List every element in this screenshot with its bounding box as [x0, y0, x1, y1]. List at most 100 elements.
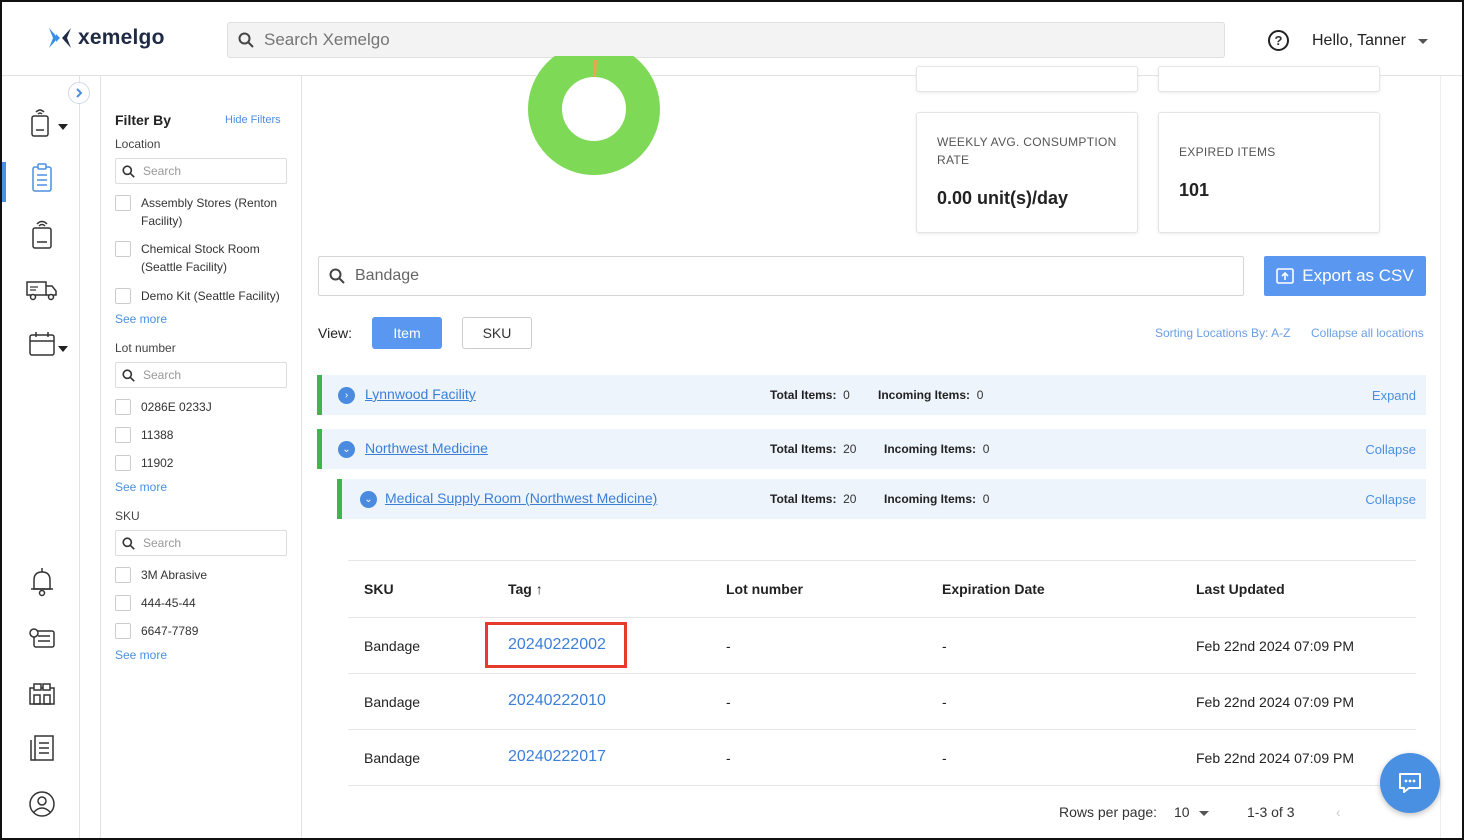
chevron-down-icon[interactable] [58, 124, 68, 130]
location-name-link[interactable]: Lynnwood Facility [365, 386, 476, 402]
help-circle-icon[interactable]: ? [1268, 30, 1289, 51]
checkbox[interactable] [115, 623, 131, 639]
item-search-input[interactable]: Bandage [318, 256, 1244, 296]
cell-expiration: - [942, 694, 947, 710]
chevron-right-icon[interactable]: › [338, 387, 355, 404]
checkbox[interactable] [115, 288, 131, 304]
location-name-link[interactable]: Medical Supply Room (Northwest Medicine) [385, 490, 657, 506]
rfid-reader-icon[interactable] [24, 104, 60, 140]
user-menu[interactable]: Hello, Tanner [1312, 32, 1406, 50]
column-header-lot[interactable]: Lot number [726, 581, 803, 597]
lot-option[interactable]: 11388 [115, 426, 295, 444]
global-search-input[interactable] [264, 30, 1164, 50]
previous-page-icon[interactable]: ‹ [1336, 804, 1341, 820]
location-see-more-link[interactable]: See more [115, 312, 167, 326]
rows-per-page-select[interactable]: 10 [1174, 804, 1210, 820]
calendar-icon[interactable] [24, 326, 60, 362]
logo-text: xemelgo [78, 26, 165, 49]
alarm-bell-icon[interactable] [24, 564, 60, 600]
column-header-sku[interactable]: SKU [364, 581, 394, 597]
user-circle-icon[interactable] [24, 786, 60, 822]
warehouse-icon[interactable] [24, 676, 60, 712]
column-header-tag[interactable]: Tag ↑ [508, 581, 543, 597]
sorting-locations-link[interactable]: Sorting Locations By: A-Z [1155, 326, 1290, 340]
checkbox[interactable] [115, 241, 131, 257]
app-window: xemelgo ? Hello, Tanner [0, 0, 1464, 840]
checkbox[interactable] [115, 595, 131, 611]
column-header-expiration[interactable]: Expiration Date [942, 581, 1045, 597]
table-row[interactable]: Bandage 20240222017 - - Feb 22nd 2024 07… [348, 730, 1416, 786]
settings-list-icon[interactable] [24, 620, 60, 656]
location-option[interactable]: Assembly Stores (Renton Facility) [115, 194, 295, 230]
table-header: SKU Tag ↑ Lot number Expiration Date Las… [348, 560, 1416, 618]
logo[interactable]: xemelgo [48, 26, 165, 50]
sku-see-more-link[interactable]: See more [115, 648, 167, 662]
cell-last-updated: Feb 22nd 2024 07:09 PM [1196, 750, 1355, 766]
expand-link[interactable]: Expand [1372, 388, 1416, 403]
chat-icon [1399, 773, 1421, 793]
checkbox[interactable] [115, 195, 131, 211]
view-label: View: [318, 325, 352, 341]
checkbox[interactable] [115, 567, 131, 583]
expired-items-value: 101 [1179, 180, 1210, 200]
metric-card-top-left [916, 66, 1138, 92]
chevron-down-icon[interactable] [1199, 810, 1210, 816]
tag-link[interactable]: 20240222010 [508, 692, 606, 710]
rows-per-page-label: Rows per page: [1059, 804, 1158, 820]
collapse-link[interactable]: Collapse [1365, 492, 1416, 507]
column-header-last-updated[interactable]: Last Updated [1196, 581, 1285, 597]
expand-sidebar-button[interactable] [68, 82, 90, 104]
table-row[interactable]: Bandage 20240222010 - - Feb 22nd 2024 07… [348, 674, 1416, 730]
chevron-down-icon[interactable] [1418, 39, 1428, 44]
cell-lot: - [726, 638, 731, 654]
global-search[interactable] [227, 22, 1225, 58]
collapse-all-locations-link[interactable]: Collapse all locations [1311, 326, 1424, 340]
main-content: WEEKLY AVG. CONSUMPTION RATE 0.00 unit(s… [302, 56, 1442, 838]
total-items-stat: Total Items: 0 [770, 388, 850, 402]
sort-ascending-icon[interactable]: ↑ [536, 581, 543, 597]
view-item-toggle[interactable]: Item [372, 317, 442, 349]
lot-option[interactable]: 11902 [115, 454, 295, 472]
checkbox[interactable] [115, 399, 131, 415]
checkbox[interactable] [115, 455, 131, 471]
cell-expiration: - [942, 638, 947, 654]
lot-search-input[interactable]: Search [115, 362, 287, 388]
report-icon[interactable] [24, 730, 60, 766]
location-name-link[interactable]: Northwest Medicine [365, 440, 488, 456]
chat-support-button[interactable] [1380, 753, 1440, 813]
location-row[interactable]: ⌄ Northwest Medicine Total Items: 20 Inc… [317, 429, 1426, 469]
view-sku-toggle[interactable]: SKU [462, 317, 532, 349]
sku-option[interactable]: 444-45-44 [115, 594, 295, 612]
sku-option[interactable]: 6647-7789 [115, 622, 295, 640]
search-icon [238, 32, 254, 48]
export-csv-button[interactable]: Export as CSV [1264, 256, 1426, 296]
weekly-consumption-value: 0.00 unit(s)/day [937, 188, 1069, 208]
location-row[interactable]: › Lynnwood Facility Total Items: 0 Incom… [317, 375, 1426, 415]
chevron-down-icon[interactable]: ⌄ [338, 441, 355, 458]
sublocation-row[interactable]: ⌄ Medical Supply Room (Northwest Medicin… [337, 479, 1426, 519]
truck-icon[interactable] [24, 272, 60, 308]
xemelgo-logo-icon [49, 28, 71, 48]
badge-reader-icon[interactable] [24, 216, 60, 252]
chevron-down-icon[interactable]: ⌄ [360, 491, 377, 508]
lot-see-more-link[interactable]: See more [115, 480, 167, 494]
location-option[interactable]: Chemical Stock Room (Seattle Facility) [115, 240, 295, 276]
search-icon [329, 268, 345, 284]
filter-title: Filter By [115, 112, 172, 128]
lot-option[interactable]: 0286E 0233J [115, 398, 295, 416]
clipboard-list-icon[interactable] [24, 160, 60, 196]
cell-lot: - [726, 750, 731, 766]
location-search-input[interactable]: Search [115, 158, 287, 184]
tag-link[interactable]: 20240222017 [508, 748, 606, 766]
chevron-down-icon[interactable] [58, 346, 68, 352]
incoming-items-stat: Incoming Items: 0 [884, 442, 990, 456]
hide-filters-link[interactable]: Hide Filters [225, 114, 281, 126]
checkbox[interactable] [115, 427, 131, 443]
total-items-stat: Total Items: 20 [770, 492, 857, 506]
incoming-items-stat: Incoming Items: 0 [878, 388, 984, 402]
lot-filter-label: Lot number [115, 341, 176, 355]
sku-search-input[interactable]: Search [115, 530, 287, 556]
location-option[interactable]: Demo Kit (Seattle Facility) [115, 287, 295, 305]
sku-option[interactable]: 3M Abrasive [115, 566, 295, 584]
collapse-link[interactable]: Collapse [1365, 442, 1416, 457]
